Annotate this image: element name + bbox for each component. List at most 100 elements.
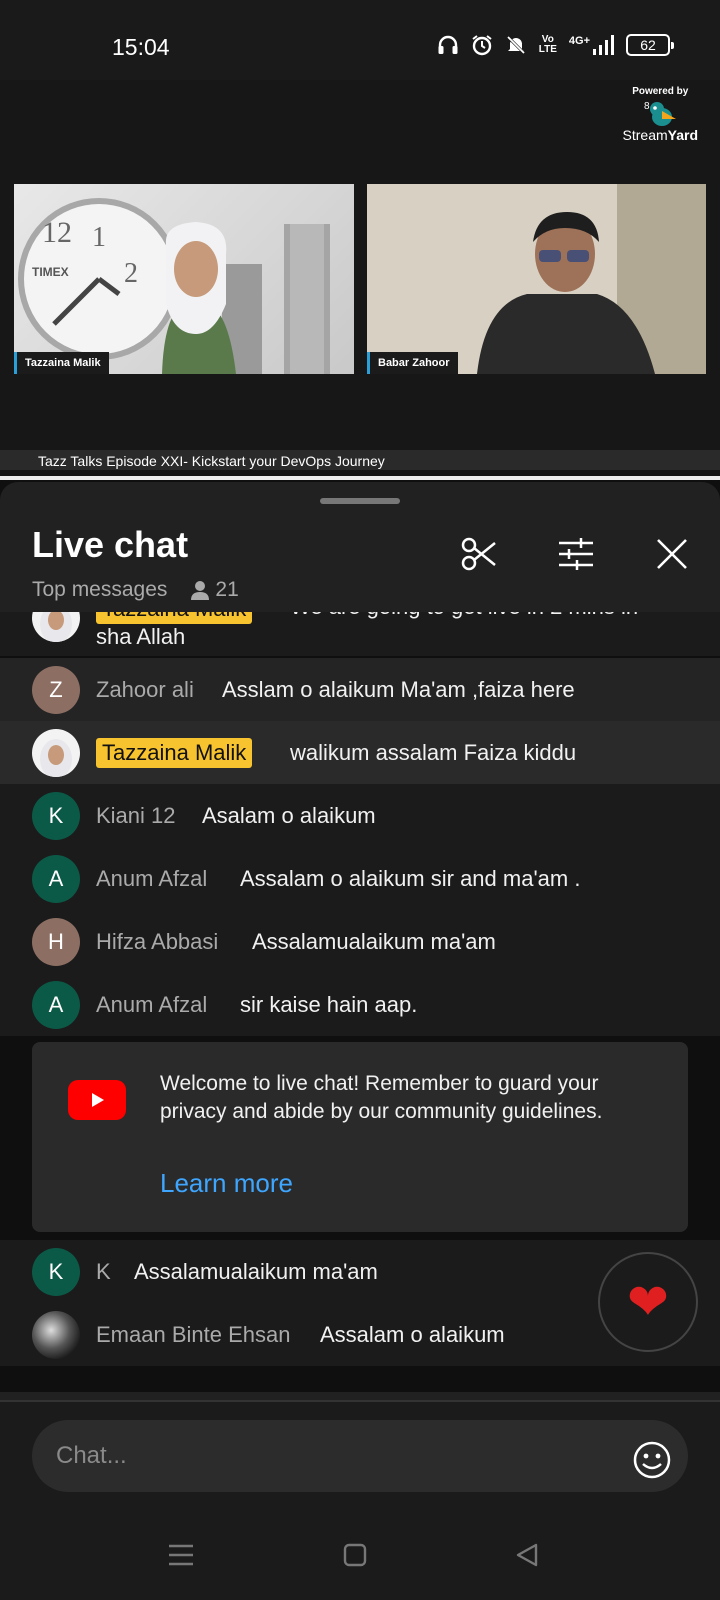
avatar: [32, 728, 80, 777]
avatar: [32, 612, 80, 642]
chat-title: Live chat: [32, 524, 189, 565]
avatar: H: [32, 917, 80, 966]
menu-icon: [169, 1544, 193, 1566]
message-text: sir kaise hain aap.: [240, 991, 418, 1017]
avatar: A: [32, 854, 80, 903]
progress-line: [0, 476, 720, 480]
youtube-icon: [68, 1080, 126, 1120]
avatar-initial: K: [48, 802, 64, 828]
emoji-button[interactable]: [632, 1440, 672, 1480]
back-triangle-icon: [516, 1543, 538, 1567]
message-text: We are going to get live in 2 mins in: [290, 612, 638, 620]
message-text: Assalamualaikum ma'am: [252, 928, 496, 954]
scissors-icon: [461, 537, 496, 571]
system-nav-bar: [0, 1512, 720, 1600]
network-label: 4G+: [568, 35, 590, 47]
avatar-initial: K: [48, 1258, 64, 1284]
svg-text:1: 1: [92, 222, 106, 253]
chat-message[interactable]: K Kiani 12 Asalam o alaikum: [0, 784, 720, 847]
svg-text:TIMEX: TIMEX: [32, 265, 69, 279]
drag-handle[interactable]: [320, 498, 400, 504]
live-chat-panel: Live chat Top messages 21 Tazzai: [0, 482, 720, 1600]
streamyard-branding: Powered by 8 StreamYard: [623, 86, 698, 143]
chat-settings-button[interactable]: [554, 532, 598, 576]
battery-level: 62: [640, 37, 656, 53]
avatar: [32, 1310, 80, 1359]
battery-icon: 62: [626, 34, 674, 56]
avatar: A: [32, 980, 80, 1029]
alarm-icon: [471, 34, 493, 56]
author-name[interactable]: K: [96, 1259, 111, 1285]
streamyard-duck-icon: 8: [644, 101, 677, 126]
chat-message[interactable]: H Hifza Abbasi Assalamualaikum ma'am: [0, 910, 720, 973]
guest-name-right: Babar Zahoor: [367, 352, 458, 374]
guest-name-left: Tazzaina Malik: [14, 352, 109, 374]
avatar: K: [32, 791, 80, 840]
avatar-initial: A: [48, 991, 64, 1017]
welcome-card: Welcome to live chat! Remember to guard …: [32, 1042, 688, 1232]
reaction-heart-button[interactable]: ❤: [598, 1252, 698, 1352]
chat-message[interactable]: Z Zahoor ali Asslam o alaikum Ma'am ,fai…: [0, 658, 720, 721]
person-icon: [191, 581, 210, 600]
guest-feed-right: Babar Zahoor: [367, 184, 706, 374]
episode-ticker: Tazz Talks Episode XXI- Kickstart your D…: [0, 450, 720, 470]
avatar-initial: Z: [49, 676, 63, 702]
chat-message-list[interactable]: Tazzaina Malik We are going to get live …: [0, 612, 720, 1392]
viewer-count: 21: [189, 578, 239, 602]
message-text: walikum assalam Faiza kiddu: [290, 739, 577, 765]
avatar-initial: H: [48, 928, 64, 954]
author-name[interactable]: Hifza Abbasi: [96, 929, 218, 955]
message-text: Asslam o alaikum Ma'am ,faiza here: [222, 676, 575, 702]
powered-by-label: Powered by: [632, 86, 689, 97]
chat-input[interactable]: [32, 1420, 688, 1492]
home-square-icon: [343, 1543, 367, 1567]
video-player[interactable]: Powered by 8 StreamYard 12 1 2 TIMEX Taz…: [0, 80, 720, 480]
welcome-text: Welcome to live chat! Remember to guard …: [160, 1072, 603, 1123]
chat-input-bar: [0, 1400, 720, 1512]
mute-icon: [505, 34, 527, 56]
4g-signal-icon: 4G+: [569, 35, 614, 55]
chat-message[interactable]: Tazzaina Malik walikum assalam Faiza kid…: [0, 721, 720, 784]
chat-mode-label: Top messages: [32, 578, 168, 601]
author-name[interactable]: Kiani 12: [96, 803, 176, 829]
author-name[interactable]: Emaan Binte Ehsan: [96, 1322, 290, 1348]
chat-message[interactable]: A Anum Afzal Assalam o alaikum sir and m…: [0, 847, 720, 910]
status-time: 15:04: [112, 34, 170, 60]
sliders-icon: [559, 538, 593, 570]
message-text: Assalamualaikum ma'am: [134, 1258, 378, 1284]
recents-button[interactable]: [166, 1540, 196, 1570]
learn-more-link[interactable]: Learn more: [160, 1168, 293, 1199]
guest-right-scene: [367, 184, 706, 374]
author-name[interactable]: Zahoor ali: [96, 677, 194, 703]
message-text: Assalam o alaikum: [320, 1321, 505, 1347]
chat-message[interactable]: Tazzaina Malik We are going to get live …: [0, 612, 720, 656]
headphones-icon: [437, 35, 459, 55]
guest-left-scene: 12 1 2 TIMEX: [18, 198, 330, 374]
message-text: Assalam o alaikum sir and ma'am .: [240, 865, 581, 891]
author-name[interactable]: Anum Afzal: [96, 992, 207, 1018]
smiley-icon: [633, 1441, 671, 1479]
owner-badge-author[interactable]: Tazzaina Malik: [96, 737, 253, 768]
back-button[interactable]: [512, 1540, 542, 1570]
avatar: Z: [32, 665, 80, 714]
brand-stream: Stream: [622, 127, 668, 143]
ticker-text: Tazz Talks Episode XXI- Kickstart your D…: [38, 453, 385, 469]
status-icons: Vo LTE 4G+ 62: [437, 34, 674, 56]
brand-yard: Yard: [667, 127, 698, 143]
avatar-initial: A: [48, 865, 64, 891]
chat-mode-selector[interactable]: Top messages 21: [32, 578, 239, 602]
streamyard-name: StreamYard: [623, 127, 698, 143]
message-text-cont: sha Allah: [96, 624, 186, 649]
svg-text:8: 8: [644, 101, 650, 112]
home-button[interactable]: [340, 1540, 370, 1570]
close-chat-button[interactable]: [650, 532, 694, 576]
author-name[interactable]: Anum Afzal: [96, 866, 207, 892]
svg-text:2: 2: [124, 258, 138, 289]
svg-text:12: 12: [42, 216, 72, 249]
close-icon: [657, 539, 687, 569]
clip-button[interactable]: [458, 532, 502, 576]
viewer-count-value: 21: [215, 578, 239, 601]
chat-message[interactable]: A Anum Afzal sir kaise hain aap.: [0, 973, 720, 1036]
owner-badge-author[interactable]: Tazzaina Malik: [96, 612, 253, 624]
status-bar: 15:04 Vo LTE 4G+ 62: [0, 0, 720, 80]
